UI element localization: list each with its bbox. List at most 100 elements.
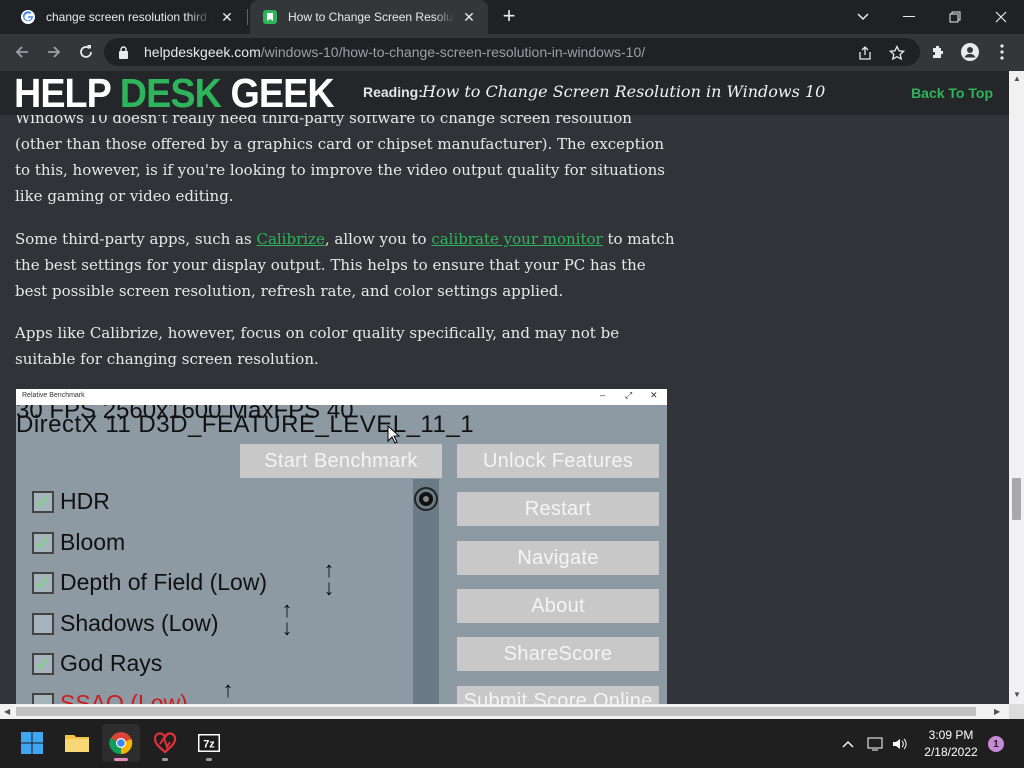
clock-time: 3:09 PM [928, 728, 974, 742]
checkbox-icon [32, 612, 54, 635]
scroll-right-icon[interactable]: ▶ [994, 707, 1000, 716]
option-ssao: SSAO (Low) [32, 690, 188, 704]
benchmark-app-button[interactable] [146, 724, 184, 762]
system-clock[interactable]: 3:09 PM 2/18/2022 [918, 727, 984, 761]
google-icon [20, 9, 36, 25]
profile-icon[interactable] [960, 42, 980, 62]
browser-toolbar: helpdeskgeek.com/windows-10/how-to-chang… [0, 34, 1024, 71]
show-hidden-icons-chevron-icon[interactable] [840, 734, 856, 754]
up-down-arrows-icon: ↑ ↓ [281, 597, 293, 640]
reading-label: Reading: [363, 84, 423, 100]
checkbox-icon [32, 692, 54, 704]
active-indicator [114, 758, 128, 761]
screenshot-titlebar: Relative Benchmark – ⤢ ✕ [16, 389, 667, 405]
windows-logo-icon [21, 732, 43, 754]
7zip-button[interactable]: 7z [190, 724, 228, 762]
folder-icon [65, 735, 89, 752]
menu-kebab-icon[interactable] [992, 42, 1012, 62]
tab-title: change screen resolution third party [46, 10, 212, 24]
chrome-icon [109, 732, 133, 755]
start-button[interactable] [13, 724, 51, 762]
chrome-taskbar-button[interactable] [102, 724, 140, 762]
restore-button[interactable] [932, 0, 978, 34]
unlock-features-button: Unlock Features [457, 444, 659, 478]
close-tab-icon[interactable]: ✕ [460, 8, 478, 26]
screenshot-scroll-track [413, 479, 439, 704]
back-button[interactable] [8, 38, 36, 66]
notification-badge[interactable]: 1 [988, 736, 1004, 752]
close-window-button[interactable] [978, 0, 1024, 34]
article-screenshot: 30 FPS 2560x1600 MaxFPS 40 Relative Benc… [16, 389, 667, 704]
site-logo[interactable]: HELP DESK GEEK [14, 73, 335, 114]
checkbox-icon [32, 652, 54, 675]
tab-google-search[interactable]: change screen resolution third party ✕ [8, 0, 246, 34]
navigate-button: Navigate [457, 541, 659, 575]
option-bloom: Bloom [32, 529, 125, 556]
tab-strip: change screen resolution third party ✕ H… [0, 0, 1024, 34]
web-page: Windows 10 doesn't really need third-par… [0, 71, 1009, 704]
checkbox-icon [32, 531, 54, 554]
scroll-up-icon[interactable]: ▲ [1013, 74, 1021, 83]
running-indicator [206, 758, 212, 761]
submit-score-button: Submit Score Online [457, 686, 659, 704]
scrollbar-corner [1009, 704, 1024, 719]
screenshot-directx-text: DirectX 11 D3D_FEATURE_LEVEL_11_1 [16, 411, 475, 438]
close-tab-icon[interactable]: ✕ [218, 8, 236, 26]
scroll-down-icon[interactable]: ▼ [1013, 690, 1021, 699]
minimize-button[interactable] [886, 0, 932, 34]
network-icon[interactable] [866, 734, 886, 754]
up-arrow-icon: ↑ [222, 677, 234, 702]
tab-helpdeskgeek[interactable]: How to Change Screen Resolution in Windo… [250, 0, 488, 34]
volume-icon[interactable] [890, 734, 910, 754]
option-shadows: Shadows (Low) [32, 610, 219, 637]
back-to-top-link[interactable]: Back To Top [911, 85, 993, 101]
restart-button: Restart [457, 492, 659, 526]
scroll-left-icon[interactable]: ◀ [4, 707, 10, 716]
7zip-icon: 7z [198, 734, 220, 752]
share-icon[interactable] [856, 44, 874, 62]
running-indicator [162, 758, 168, 761]
article-paragraph: Some third-party apps, such as Calibrize… [15, 230, 675, 300]
checkbox-icon [32, 571, 54, 594]
file-explorer-button[interactable] [58, 724, 96, 762]
start-benchmark-button: Start Benchmark [240, 444, 442, 478]
checkbox-icon [32, 490, 54, 513]
scrollbar-thumb[interactable] [16, 707, 976, 716]
extensions-icon[interactable] [928, 42, 948, 62]
forward-button[interactable] [40, 38, 68, 66]
sharescore-button: ShareScore [457, 637, 659, 671]
calibrize-link[interactable]: Calibrize [256, 230, 324, 248]
up-down-arrows-icon: ↑ ↓ [323, 557, 335, 600]
tab-title: How to Change Screen Resolution in Windo… [288, 10, 454, 24]
option-hdr: HDR [32, 488, 110, 515]
article-paragraph: Windows 10 doesn't really need third-par… [15, 109, 665, 205]
option-depth-of-field: Depth of Field (Low) [32, 569, 267, 596]
reading-title: How to Change Screen Resolution in Windo… [422, 82, 826, 101]
option-god-rays: God Rays [32, 650, 162, 677]
about-button: About [457, 589, 659, 623]
minimize-icon: – [600, 390, 606, 400]
bookmark-star-icon[interactable] [888, 44, 906, 62]
horizontal-scrollbar[interactable]: ◀ ▶ [0, 704, 1009, 719]
heart-app-icon [153, 732, 177, 754]
tab-search-icon[interactable] [840, 0, 886, 34]
new-tab-button[interactable]: + [498, 5, 520, 28]
clock-date: 2/18/2022 [924, 745, 978, 759]
address-bar[interactable]: helpdeskgeek.com/windows-10/how-to-chang… [104, 38, 920, 66]
vertical-scrollbar[interactable]: ▲ ▼ [1009, 71, 1024, 704]
screenshot-window-title: Relative Benchmark [22, 392, 85, 399]
maximize-icon: ⤢ [625, 390, 633, 400]
reload-button[interactable] [72, 38, 100, 66]
close-icon: ✕ [650, 390, 658, 400]
taskbar: 7z 3:09 PM 2/18/2022 1 [0, 719, 1024, 768]
scrollbar-thumb[interactable] [1012, 478, 1021, 520]
svg-text:7z: 7z [203, 739, 215, 751]
url-text: helpdeskgeek.com/windows-10/how-to-chang… [144, 44, 646, 60]
mouse-cursor-icon [387, 425, 401, 444]
screenshot-scroll-knob [416, 489, 436, 509]
site-header: HELP DESK GEEK Reading: How to Change Sc… [0, 71, 1009, 115]
calibrate-monitor-link[interactable]: calibrate your monitor [431, 230, 602, 248]
article-paragraph: Apps like Calibrize, however, focus on c… [15, 324, 620, 368]
helpdeskgeek-icon [262, 9, 278, 25]
lock-icon[interactable] [118, 45, 132, 59]
